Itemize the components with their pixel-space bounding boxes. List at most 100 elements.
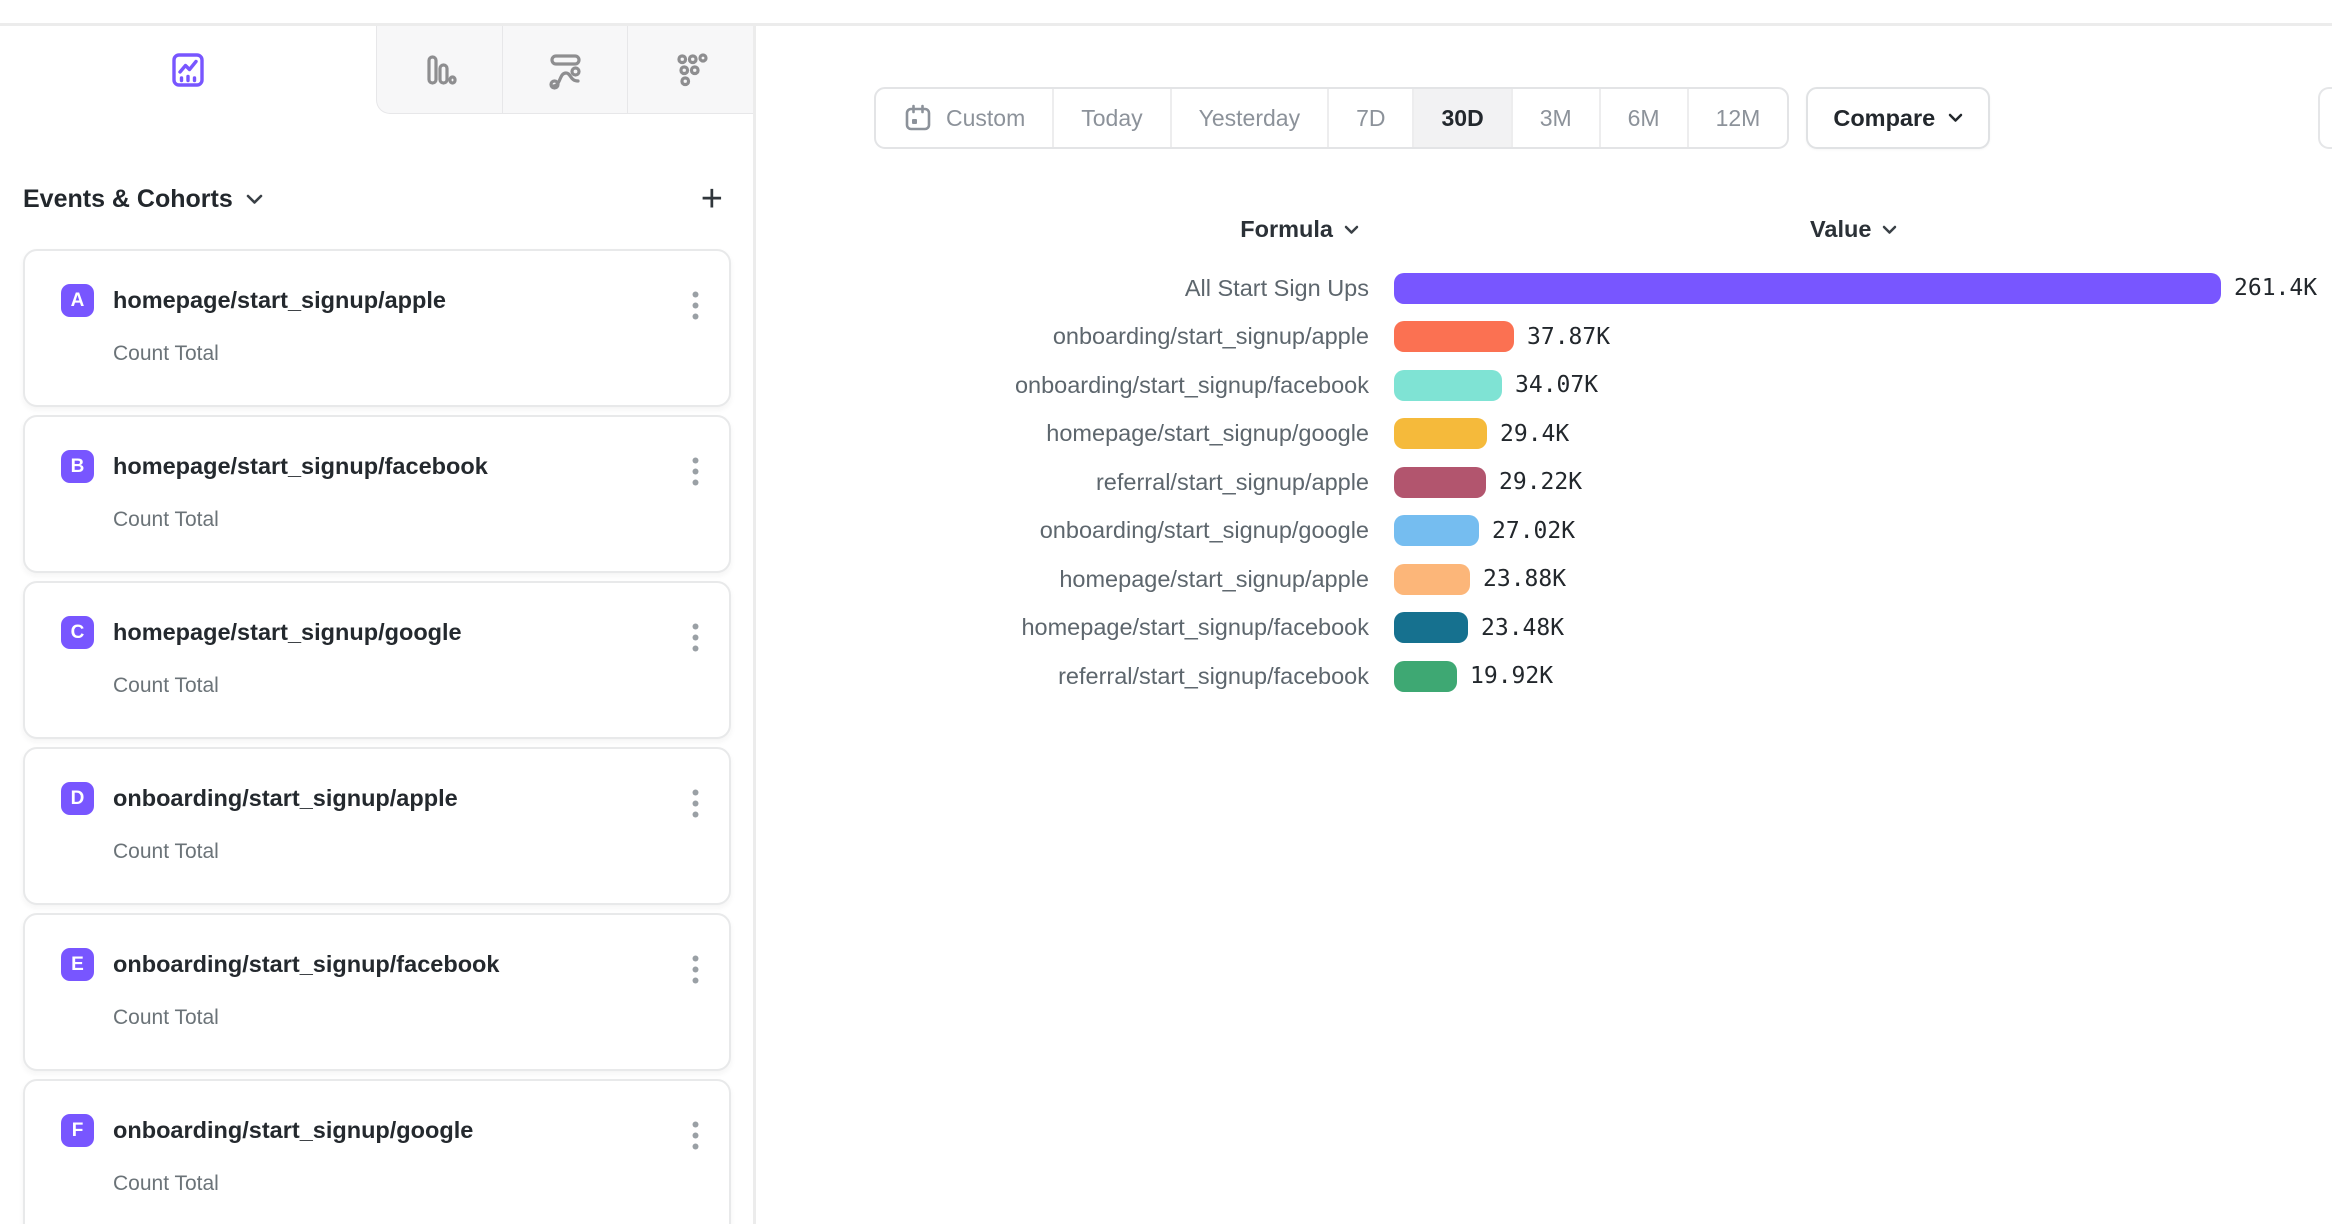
chart-row-label: referral/start_signup/facebook	[756, 663, 1369, 690]
range-30d[interactable]: 30D	[1412, 89, 1510, 147]
chart-row: All Start Sign Ups 261.4K	[756, 264, 2332, 313]
sidebar: Events & Cohorts + A homepage/start_sign…	[0, 26, 756, 1224]
range-today[interactable]: Today	[1052, 89, 1169, 147]
chart-row-value: 37.87K	[1527, 324, 1610, 350]
event-card-f[interactable]: F onboarding/start_signup/google Count T…	[23, 1079, 731, 1224]
chart-row: referral/start_signup/facebook 19.92K	[756, 652, 2332, 701]
bar[interactable]	[1394, 564, 1470, 595]
kebab-menu-icon[interactable]	[688, 619, 703, 656]
event-metric: Count Total	[113, 1172, 705, 1196]
line-chart-icon	[166, 48, 210, 92]
chart-row-value: 29.22K	[1499, 469, 1582, 495]
event-metric: Count Total	[113, 1006, 705, 1030]
bar[interactable]	[1394, 661, 1457, 692]
chart-row: homepage/start_signup/apple 23.88K	[756, 555, 2332, 604]
calendar-icon	[903, 103, 933, 133]
bar[interactable]	[1394, 273, 2221, 304]
chart-row-value: 261.4K	[2234, 275, 2317, 301]
tab-flows[interactable]	[502, 26, 628, 113]
date-controls: Custom Today Yesterday 7D 30D 3M 6M 12M …	[874, 87, 2332, 149]
bar-chart-icon	[417, 48, 461, 92]
date-range-selector: Custom Today Yesterday 7D 30D 3M 6M 12M	[874, 87, 1789, 149]
events-cohorts-header: Events & Cohorts +	[23, 180, 731, 218]
chart-row-value: 27.02K	[1492, 518, 1575, 544]
kebab-menu-icon[interactable]	[688, 951, 703, 988]
event-name: homepage/start_signup/google	[113, 619, 462, 646]
event-name: homepage/start_signup/apple	[113, 287, 446, 314]
report-type-tabs	[0, 26, 753, 114]
event-card-a[interactable]: A homepage/start_signup/apple Count Tota…	[23, 249, 731, 407]
bar[interactable]	[1394, 321, 1514, 352]
add-event-button[interactable]: +	[693, 180, 731, 218]
kebab-menu-icon[interactable]	[688, 287, 703, 324]
event-metric: Count Total	[113, 508, 705, 532]
inactive-tab-group	[376, 26, 753, 114]
event-badge: B	[61, 450, 94, 483]
range-label: 30D	[1441, 105, 1483, 132]
event-metric: Count Total	[113, 840, 705, 864]
event-card-e[interactable]: E onboarding/start_signup/facebook Count…	[23, 913, 731, 1071]
event-badge: C	[61, 616, 94, 649]
tab-bar-report[interactable]	[377, 26, 502, 113]
chart-row: homepage/start_signup/facebook 23.48K	[756, 604, 2332, 653]
bar[interactable]	[1394, 515, 1479, 546]
chart-row: homepage/start_signup/google 29.4K	[756, 410, 2332, 459]
chart-row-value: 23.48K	[1481, 615, 1564, 641]
flows-icon	[543, 48, 587, 92]
chevron-down-icon	[1882, 225, 1897, 235]
compare-button[interactable]: Compare	[1806, 87, 1990, 149]
chart-row-label: onboarding/start_signup/google	[756, 517, 1369, 544]
range-6m[interactable]: 6M	[1599, 89, 1687, 147]
event-name: onboarding/start_signup/apple	[113, 785, 458, 812]
value-header-label: Value	[1810, 216, 1871, 243]
event-card-b[interactable]: B homepage/start_signup/facebook Count T…	[23, 415, 731, 573]
range-label: Today	[1081, 105, 1142, 132]
chart-row-value: 29.4K	[1500, 421, 1569, 447]
chart-row-label: homepage/start_signup/google	[756, 420, 1369, 447]
tab-retention[interactable]	[627, 26, 753, 113]
range-label: 6M	[1628, 105, 1660, 132]
event-badge: F	[61, 1114, 94, 1147]
retention-icon	[669, 48, 713, 92]
tab-insights[interactable]	[0, 26, 376, 114]
sidebar-content: Events & Cohorts + A homepage/start_sign…	[0, 114, 753, 1224]
range-3m[interactable]: 3M	[1511, 89, 1599, 147]
event-metric: Count Total	[113, 342, 705, 366]
chart-row-label: homepage/start_signup/facebook	[756, 614, 1369, 641]
range-label: Custom	[946, 105, 1025, 132]
range-yesterday[interactable]: Yesterday	[1170, 89, 1327, 147]
range-custom[interactable]: Custom	[876, 89, 1052, 147]
bar[interactable]	[1394, 612, 1468, 643]
events-cohorts-title[interactable]: Events & Cohorts	[23, 185, 263, 214]
range-label: 3M	[1540, 105, 1572, 132]
event-badge: A	[61, 284, 94, 317]
bar[interactable]	[1394, 418, 1487, 449]
chevron-down-icon	[1344, 225, 1359, 235]
kebab-menu-icon[interactable]	[688, 453, 703, 490]
chart-row: onboarding/start_signup/google 27.02K	[756, 507, 2332, 556]
range-12m[interactable]: 12M	[1687, 89, 1788, 147]
range-label: 12M	[1716, 105, 1761, 132]
chevron-down-icon	[246, 194, 263, 205]
bar[interactable]	[1394, 467, 1486, 498]
kebab-menu-icon[interactable]	[688, 785, 703, 822]
range-7d[interactable]: 7D	[1327, 89, 1412, 147]
event-metric: Count Total	[113, 674, 705, 698]
chart-row-value: 19.92K	[1470, 663, 1553, 689]
event-card-c[interactable]: C homepage/start_signup/google Count Tot…	[23, 581, 731, 739]
bar-chart: Formula Value All Start Sign Ups 261.4K …	[756, 216, 2332, 701]
range-label: Yesterday	[1199, 105, 1300, 132]
insights-report-page: Events & Cohorts + A homepage/start_sign…	[0, 0, 2332, 1224]
bar[interactable]	[1394, 370, 1502, 401]
chart-rows: All Start Sign Ups 261.4K onboarding/sta…	[756, 264, 2332, 701]
formula-column-header[interactable]: Formula	[756, 216, 1369, 243]
chart-row-label: All Start Sign Ups	[756, 275, 1369, 302]
chart-row-value: 34.07K	[1515, 372, 1598, 398]
kebab-menu-icon[interactable]	[688, 1117, 703, 1154]
value-column-header[interactable]: Value	[1810, 216, 1897, 243]
top-bar	[0, 0, 2332, 26]
chart-column-headers: Formula Value	[756, 216, 2332, 243]
clipped-edge-button[interactable]	[2318, 87, 2332, 149]
formula-header-label: Formula	[1240, 216, 1333, 243]
event-card-d[interactable]: D onboarding/start_signup/apple Count To…	[23, 747, 731, 905]
